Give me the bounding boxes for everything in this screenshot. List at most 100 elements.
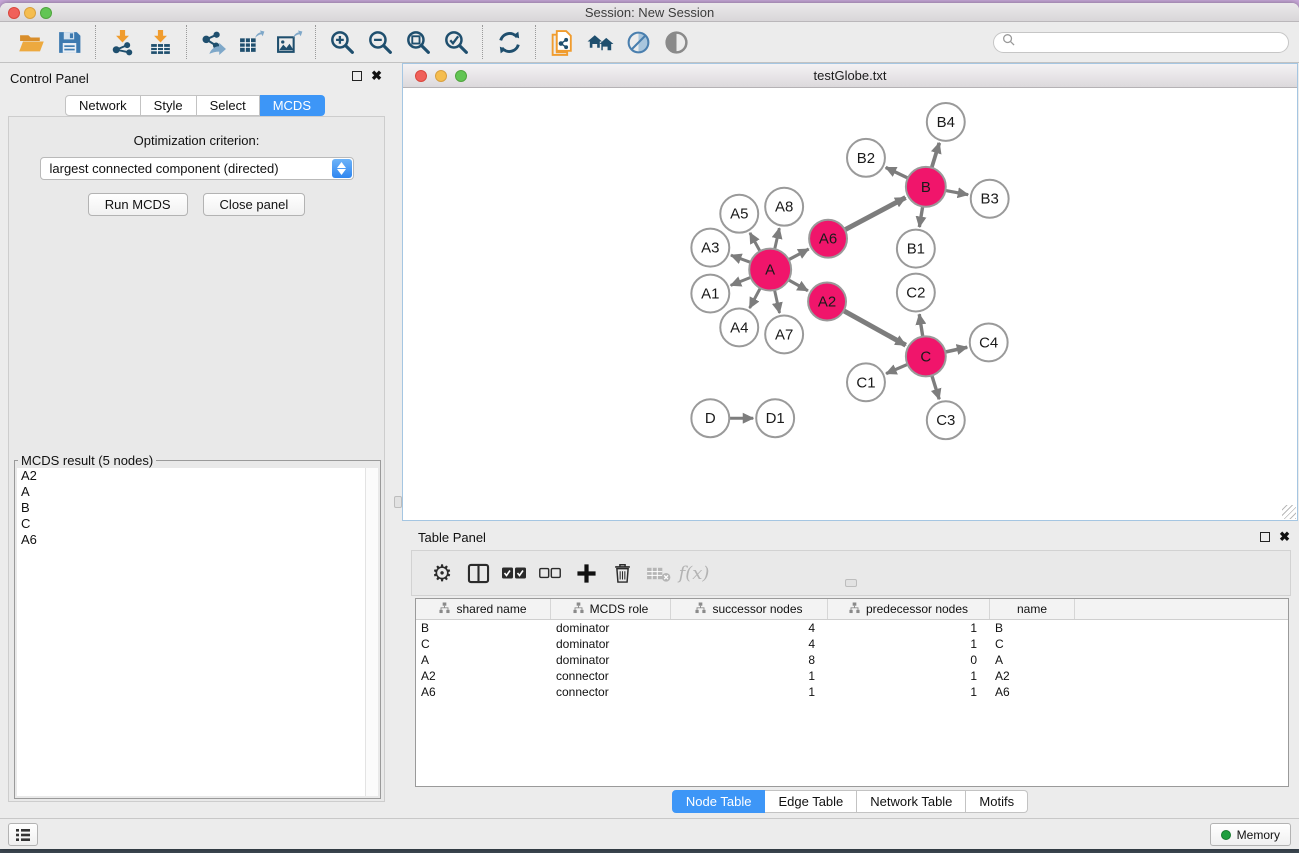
edge-B-B2[interactable] bbox=[886, 167, 909, 178]
save-session-icon[interactable] bbox=[50, 26, 88, 58]
cell[interactable]: 1 bbox=[671, 668, 828, 684]
mcds-result-item[interactable]: A bbox=[17, 484, 378, 500]
search-input[interactable] bbox=[1020, 34, 1288, 51]
tab-network-table[interactable]: Network Table bbox=[857, 790, 966, 813]
zoom-fit-icon[interactable] bbox=[399, 26, 437, 58]
node-A7[interactable]: A7 bbox=[765, 315, 803, 353]
column-header-shared-name[interactable]: shared name bbox=[416, 599, 551, 619]
mcds-result-item[interactable]: A6 bbox=[17, 532, 378, 548]
open-file-icon[interactable] bbox=[12, 26, 50, 58]
cell[interactable]: B bbox=[990, 620, 1075, 636]
column-header-name[interactable]: name bbox=[990, 599, 1075, 619]
close-panel-button[interactable]: Close panel bbox=[203, 193, 306, 216]
import-network-icon[interactable] bbox=[103, 26, 141, 58]
edge-C-C4[interactable] bbox=[944, 347, 967, 352]
tab-motifs[interactable]: Motifs bbox=[966, 790, 1028, 813]
edge-A2-C[interactable] bbox=[843, 310, 906, 345]
cell[interactable]: 1 bbox=[828, 684, 990, 700]
node-A5[interactable]: A5 bbox=[720, 195, 758, 233]
export-table-icon[interactable] bbox=[232, 26, 270, 58]
network-minimize-button[interactable] bbox=[435, 70, 447, 82]
refresh-icon[interactable] bbox=[490, 26, 528, 58]
float-panel-icon[interactable] bbox=[352, 71, 362, 81]
split-handle[interactable] bbox=[394, 496, 402, 508]
run-mcds-button[interactable]: Run MCDS bbox=[88, 193, 188, 216]
cell[interactable]: 1 bbox=[828, 668, 990, 684]
close-window-button[interactable] bbox=[8, 7, 20, 19]
table-row[interactable]: Cdominator41C bbox=[416, 636, 1288, 652]
edge-A-A1[interactable] bbox=[731, 277, 752, 285]
tab-edge-table[interactable]: Edge Table bbox=[765, 790, 857, 813]
node-B3[interactable]: B3 bbox=[971, 180, 1009, 218]
delete-column-icon[interactable] bbox=[604, 555, 640, 591]
cell[interactable]: dominator bbox=[551, 620, 671, 636]
edge-A-A5[interactable] bbox=[750, 233, 761, 252]
column-header-successor-nodes[interactable]: successor nodes bbox=[671, 599, 828, 619]
network-close-button[interactable] bbox=[415, 70, 427, 82]
scrollbar[interactable] bbox=[365, 468, 378, 796]
mcds-result-item[interactable]: A2 bbox=[17, 468, 378, 484]
cyndex-icon[interactable] bbox=[543, 26, 581, 58]
add-column-icon[interactable] bbox=[568, 555, 604, 591]
node-B4[interactable]: B4 bbox=[927, 103, 965, 141]
node-C2[interactable]: C2 bbox=[897, 274, 935, 312]
edge-A-A7[interactable] bbox=[774, 289, 779, 313]
cell[interactable]: dominator bbox=[551, 636, 671, 652]
column-visibility-icon[interactable] bbox=[460, 555, 496, 591]
export-network-icon[interactable] bbox=[194, 26, 232, 58]
cell[interactable]: A bbox=[416, 652, 551, 668]
edge-C-C1[interactable] bbox=[886, 364, 908, 374]
memory-button[interactable]: Memory bbox=[1210, 823, 1291, 846]
cell[interactable]: C bbox=[416, 636, 551, 652]
cell[interactable]: dominator bbox=[551, 652, 671, 668]
select-all-rows-icon[interactable] bbox=[496, 555, 532, 591]
column-header-MCDS-role[interactable]: MCDS role bbox=[551, 599, 671, 619]
cell[interactable]: A bbox=[990, 652, 1075, 668]
zoom-in-icon[interactable] bbox=[323, 26, 361, 58]
mcds-result-item[interactable]: B bbox=[17, 500, 378, 516]
edge-C-C3[interactable] bbox=[932, 374, 940, 399]
node-B2[interactable]: B2 bbox=[847, 139, 885, 177]
node-A3[interactable]: A3 bbox=[691, 229, 729, 267]
cell[interactable]: A6 bbox=[416, 684, 551, 700]
deselect-all-rows-icon[interactable] bbox=[532, 555, 568, 591]
cell[interactable]: 0 bbox=[828, 652, 990, 668]
table-row[interactable]: Adominator80A bbox=[416, 652, 1288, 668]
cell[interactable]: 1 bbox=[671, 684, 828, 700]
cell[interactable]: 1 bbox=[828, 620, 990, 636]
edge-A-A6[interactable] bbox=[788, 249, 809, 260]
table-row[interactable]: A2connector11A2 bbox=[416, 668, 1288, 684]
edge-B-B4[interactable] bbox=[931, 143, 939, 169]
column-header-predecessor-nodes[interactable]: predecessor nodes bbox=[828, 599, 990, 619]
criterion-dropdown[interactable]: largest connected component (directed) bbox=[40, 157, 354, 180]
cell[interactable]: connector bbox=[551, 668, 671, 684]
node-C[interactable]: C bbox=[906, 336, 946, 376]
export-image-icon[interactable] bbox=[270, 26, 308, 58]
node-B1[interactable]: B1 bbox=[897, 230, 935, 268]
node-A6[interactable]: A6 bbox=[809, 220, 847, 258]
node-A4[interactable]: A4 bbox=[720, 308, 758, 346]
cell[interactable]: A6 bbox=[990, 684, 1075, 700]
cell[interactable]: 1 bbox=[828, 636, 990, 652]
node-D1[interactable]: D1 bbox=[756, 399, 794, 437]
edge-A-A4[interactable] bbox=[750, 287, 761, 308]
gear-icon[interactable]: ⚙ bbox=[424, 555, 460, 591]
node-C3[interactable]: C3 bbox=[927, 401, 965, 439]
network-canvas[interactable]: B4B2BB3A8A5A6A3B1AA1C2A2A4A7C4CC1C3DD1 bbox=[403, 89, 1297, 520]
zoom-selected-icon[interactable] bbox=[437, 26, 475, 58]
zoom-window-button[interactable] bbox=[40, 7, 52, 19]
resize-grip-icon[interactable] bbox=[1282, 505, 1296, 519]
edge-A-A2[interactable] bbox=[788, 279, 808, 290]
tab-mcds[interactable]: MCDS bbox=[260, 95, 325, 116]
minimize-window-button[interactable] bbox=[24, 7, 36, 19]
node-C1[interactable]: C1 bbox=[847, 363, 885, 401]
float-table-panel-icon[interactable] bbox=[1260, 532, 1270, 542]
edge-C-C2[interactable] bbox=[919, 314, 923, 337]
zoom-out-icon[interactable] bbox=[361, 26, 399, 58]
tab-style[interactable]: Style bbox=[141, 95, 197, 116]
cell[interactable]: connector bbox=[551, 684, 671, 700]
mcds-result-item[interactable]: C bbox=[17, 516, 378, 532]
table-row[interactable]: A6connector11A6 bbox=[416, 684, 1288, 700]
cell[interactable]: 4 bbox=[671, 620, 828, 636]
node-D[interactable]: D bbox=[691, 399, 729, 437]
